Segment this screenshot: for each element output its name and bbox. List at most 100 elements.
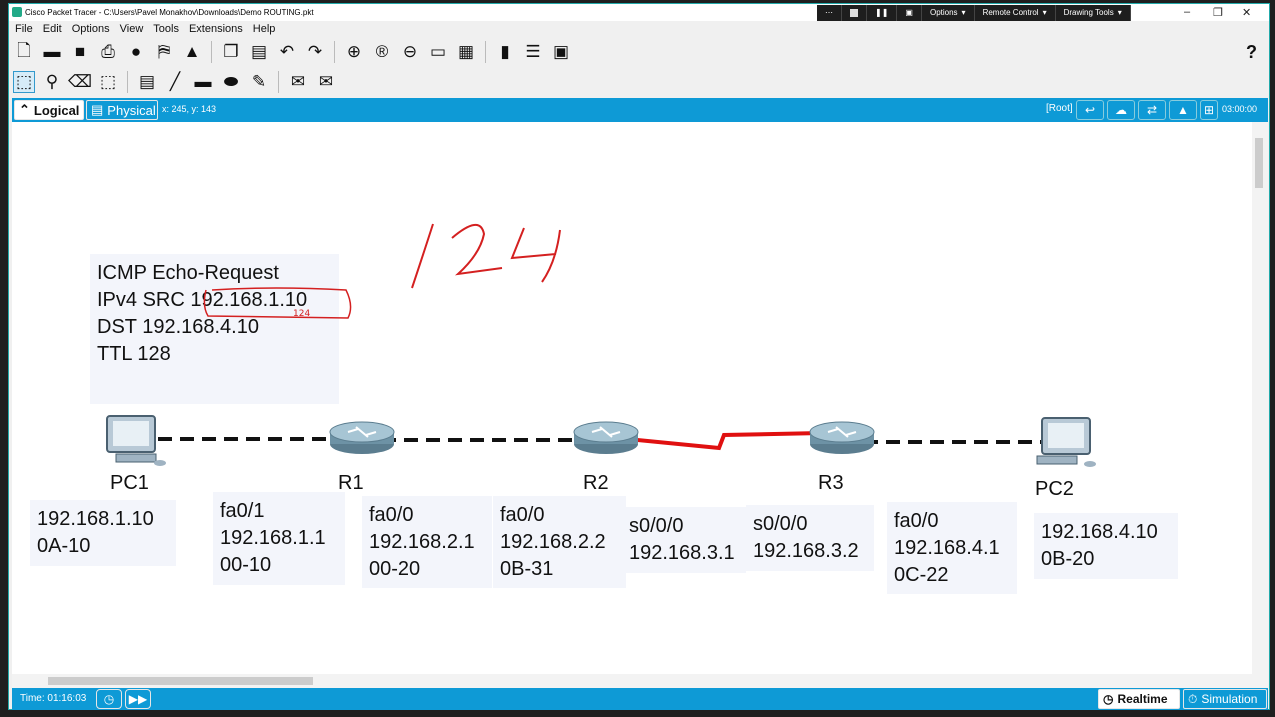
root-label: [Root] — [1046, 103, 1073, 114]
pdu-note[interactable]: ICMP Echo-Request IPv4 SRC 192.168.1.10 … — [90, 254, 339, 404]
menu-extensions[interactable]: Extensions — [189, 21, 243, 37]
zoom-out-icon[interactable]: ⊖ — [399, 41, 421, 63]
options-menu[interactable]: Options ▾ — [922, 5, 975, 21]
note-line: fa0/0 — [500, 504, 545, 526]
horizontal-scrollbar[interactable] — [12, 674, 1268, 688]
drawing-tools-menu[interactable]: Drawing Tools ▾ — [1056, 5, 1131, 21]
freeform-icon[interactable]: ✎ — [248, 71, 270, 93]
device-template-icon[interactable]: ▮ — [494, 41, 516, 63]
note-line: fa0/0 — [369, 504, 414, 526]
note-line: 192.168.3.1 — [629, 542, 735, 564]
zoom-in-icon[interactable]: ⊕ — [343, 41, 365, 63]
menu-tools[interactable]: Tools — [153, 21, 179, 37]
pc1-interface-note[interactable]: 192.168.1.10 0A-10 — [30, 500, 176, 566]
menu-options[interactable]: Options — [72, 21, 110, 37]
menu-edit[interactable]: Edit — [43, 21, 62, 37]
menu-help[interactable]: Help — [253, 21, 276, 37]
tools-toolbar: ⬚ ⚲ ⌫ ⬚ ▤ ╱ ▬ ⬬ ✎ ✉ ✉ — [13, 68, 337, 96]
custom-devices-icon[interactable]: ▦ — [455, 41, 477, 63]
draw-rectangle-icon[interactable]: ▬ — [192, 71, 214, 93]
chevron-down-icon: ▾ — [1042, 8, 1047, 17]
save-icon[interactable]: ■ — [69, 41, 91, 63]
menu-view[interactable]: View — [120, 21, 144, 37]
title-bar: Cisco Packet Tracer - C:\Users\Pavel Mon… — [9, 4, 1269, 21]
vertical-scrollbar[interactable] — [1252, 122, 1268, 674]
logical-workspace[interactable]: ICMP Echo-Request IPv4 SRC 192.168.1.10 … — [12, 122, 1252, 674]
note-line: 192.168.1.1 — [220, 527, 326, 549]
r2-fa00-note[interactable]: fa0/0 192.168.2.2 0B-31 — [493, 496, 626, 588]
grid-icon[interactable]: ⋯ — [817, 5, 842, 21]
set-background-icon[interactable]: ▲ — [1169, 100, 1197, 120]
resize-shape-icon[interactable]: ⬚ — [97, 71, 119, 93]
stop-icon[interactable] — [842, 5, 867, 21]
device-list-icon[interactable]: ☰ — [522, 41, 544, 63]
r1-fa00-note[interactable]: fa0/0 192.168.2.1 00-20 — [362, 496, 492, 588]
add-complex-pdu-icon[interactable]: ✉ — [315, 71, 337, 93]
viewport-icon[interactable]: ⊞ — [1200, 100, 1218, 120]
toolbar-separator — [278, 71, 279, 93]
add-simple-pdu-icon[interactable]: ✉ — [287, 71, 309, 93]
redo-icon[interactable]: ↷ — [304, 41, 326, 63]
note-line: 0B-20 — [1041, 548, 1095, 570]
fast-forward-icon[interactable]: ▶▶ — [125, 689, 151, 709]
toolbar-separator — [485, 41, 486, 63]
power-cycle-icon[interactable]: ◷ — [96, 689, 122, 709]
r2-s000-note[interactable]: s0/0/0 192.168.3.1 — [622, 507, 746, 573]
restore-icon[interactable]: ❐ — [1213, 6, 1223, 19]
delete-icon[interactable]: ⌫ — [68, 71, 92, 93]
info-icon[interactable]: ● — [125, 41, 147, 63]
drawing-tools-label: Drawing Tools — [1063, 8, 1114, 17]
minimize-icon[interactable]: – — [1184, 6, 1190, 18]
scroll-thumb[interactable] — [1255, 138, 1263, 188]
inspect-icon[interactable]: ⚲ — [41, 71, 63, 93]
pc1-label: PC1 — [110, 472, 149, 494]
toolbar-separator — [334, 41, 335, 63]
screen-icon[interactable]: ▣ — [897, 5, 922, 21]
realtime-mode-button[interactable]: ◷ Realtime — [1098, 689, 1180, 709]
drawing-palette-icon[interactable]: ▭ — [427, 41, 449, 63]
place-note-icon[interactable]: ▤ — [136, 71, 158, 93]
paste-icon[interactable]: ▤ — [248, 41, 270, 63]
draw-line-icon[interactable]: ╱ — [164, 71, 186, 93]
pc2-interface-note[interactable]: 192.168.4.10 0B-20 — [1034, 513, 1178, 579]
remote-control-menu[interactable]: Remote Control ▾ — [975, 5, 1056, 21]
tab-logical[interactable]: ⌃ Logical — [14, 100, 84, 120]
chevron-down-icon: ▾ — [1117, 8, 1122, 17]
router-r2-icon — [573, 421, 639, 454]
r3-s000-note[interactable]: s0/0/0 192.168.3.2 — [746, 505, 874, 571]
menu-file[interactable]: File — [15, 21, 33, 37]
note-line: 192.168.4.10 — [1041, 521, 1158, 543]
r3-fa00-note[interactable]: fa0/0 192.168.4.1 0C-22 — [887, 502, 1017, 594]
simulation-mode-button[interactable]: ⏱ Simulation — [1183, 689, 1267, 709]
image-icon[interactable]: ▣ — [550, 41, 572, 63]
zoom-reset-icon[interactable]: ® — [371, 41, 393, 63]
note-line: 0C-22 — [894, 564, 949, 586]
options-menu-label: Options — [929, 8, 958, 17]
physical-icon: ▤ — [91, 102, 104, 117]
new-cluster-icon[interactable]: ☁ — [1107, 100, 1135, 120]
move-object-icon[interactable]: ⇄ — [1138, 100, 1166, 120]
pause-icon[interactable]: ❚❚ — [867, 5, 898, 21]
r3-label: R3 — [818, 472, 844, 494]
r1-fa01-note[interactable]: fa0/1 192.168.1.1 00-10 — [213, 492, 345, 585]
select-icon[interactable]: ⬚ — [13, 71, 35, 93]
router-r1-icon — [329, 421, 395, 454]
network-info-icon[interactable]: ▲ — [181, 41, 203, 63]
draw-ellipse-icon[interactable]: ⬬ — [220, 71, 242, 93]
tab-physical[interactable]: ▤ Physical — [86, 100, 158, 120]
top-right-toolbar: ⋯ ❚❚ ▣ Options ▾ Remote Control ▾ Drawing … — [817, 5, 1131, 21]
activity-wizard-icon[interactable]: ⛿ — [153, 41, 175, 63]
scroll-thumb[interactable] — [48, 677, 313, 685]
close-icon[interactable]: ✕ — [1242, 6, 1251, 19]
print-icon[interactable]: ⎙ — [97, 41, 119, 63]
new-file-icon[interactable]: 🗋 — [13, 41, 35, 63]
note-line: fa0/1 — [220, 500, 265, 522]
copy-icon[interactable]: ❐ — [220, 41, 242, 63]
r2-label: R2 — [583, 472, 609, 494]
packet-tracer-window: Cisco Packet Tracer - C:\Users\Pavel Mon… — [8, 3, 1270, 710]
tab-physical-label: Physical — [107, 102, 156, 118]
open-folder-icon[interactable]: ▬ — [41, 41, 63, 63]
back-icon[interactable]: ↩ — [1076, 100, 1104, 120]
help-button[interactable]: ? — [1246, 42, 1257, 63]
undo-icon[interactable]: ↶ — [276, 41, 298, 63]
